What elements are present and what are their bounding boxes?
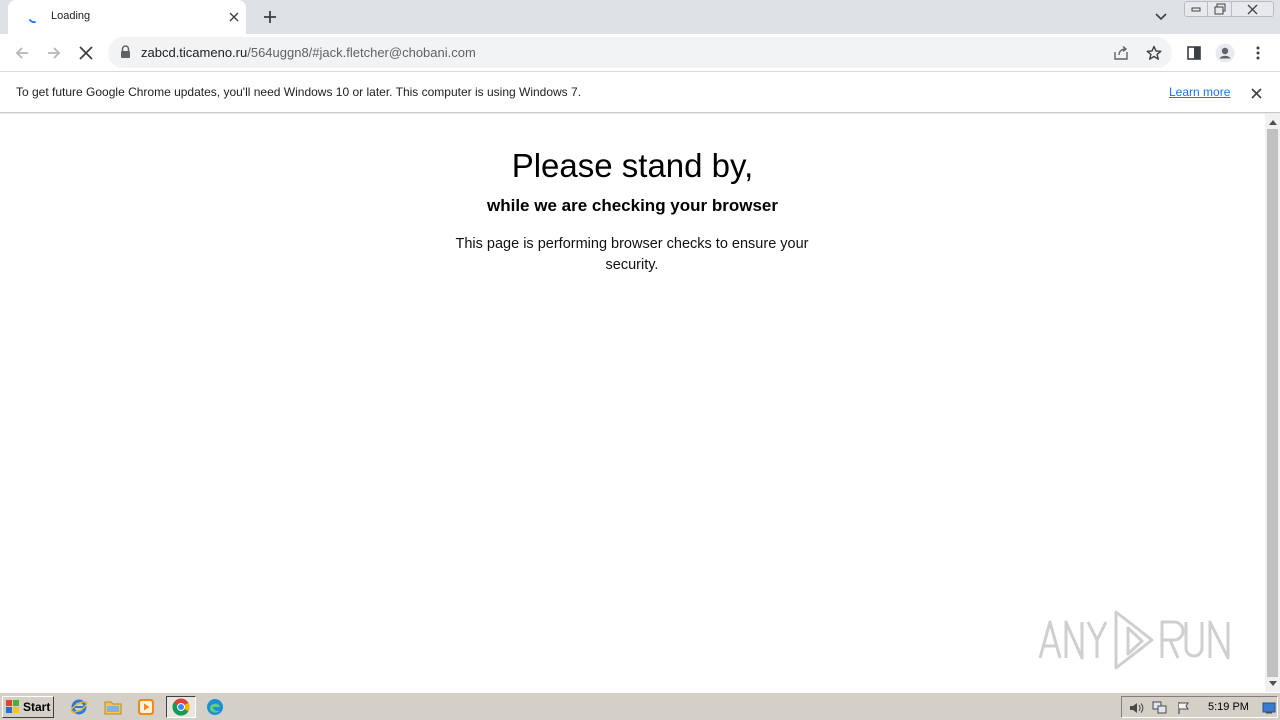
vertical-scrollbar[interactable]: [1265, 114, 1280, 692]
scroll-down-arrow-icon[interactable]: [1265, 677, 1280, 689]
page-content: Please stand by, while we are checking y…: [0, 114, 1265, 692]
window-minimize-button[interactable]: [1184, 1, 1208, 17]
profile-avatar-icon[interactable]: [1212, 40, 1238, 66]
windows-taskbar: Start 5:19 PM: [0, 692, 1280, 720]
share-icon[interactable]: [1111, 43, 1131, 63]
new-tab-plus-icon[interactable]: [259, 6, 281, 28]
address-bar[interactable]: zabcd.ticameno.ru/564uggn8/#jack.fletche…: [108, 37, 1172, 68]
forward-arrow-icon[interactable]: [41, 40, 67, 66]
infobar-message: To get future Google Chrome updates, you…: [16, 85, 582, 99]
update-infobar: To get future Google Chrome updates, you…: [0, 71, 1280, 113]
internet-explorer-icon[interactable]: [67, 696, 91, 718]
browser-tab[interactable]: Loading: [8, 0, 246, 34]
side-panel-icon[interactable]: [1181, 40, 1207, 66]
loading-spinner-icon: [29, 19, 36, 23]
page-subheading: while we are checking your browser: [487, 196, 778, 215]
edge-icon[interactable]: [203, 696, 227, 718]
browser-toolbar: zabcd.ticameno.ru/564uggn8/#jack.fletche…: [0, 34, 1280, 71]
back-arrow-icon[interactable]: [9, 40, 35, 66]
lock-icon: [121, 45, 130, 58]
chrome-taskbar-icon[interactable]: [166, 696, 196, 718]
learn-more-link[interactable]: Learn more: [1169, 85, 1230, 99]
bookmark-star-icon[interactable]: [1144, 43, 1164, 63]
window-close-button[interactable]: [1232, 1, 1274, 17]
scroll-up-arrow-icon[interactable]: [1265, 116, 1280, 128]
file-explorer-icon[interactable]: [101, 696, 125, 718]
action-center-flag-icon[interactable]: [1176, 700, 1192, 716]
chevron-down-icon[interactable]: [1151, 7, 1171, 27]
infobar-close-icon[interactable]: [1247, 84, 1265, 102]
show-desktop-icon[interactable]: [1261, 700, 1277, 716]
windows-logo-icon: [6, 700, 19, 713]
speaker-icon[interactable]: [1128, 700, 1144, 716]
tab-title: Loading: [51, 10, 91, 22]
tab-close-icon[interactable]: [226, 9, 242, 25]
clock: 5:19 PM: [1208, 701, 1249, 713]
tab-strip: Loading: [0, 0, 1280, 34]
menu-dots-icon[interactable]: [1245, 40, 1271, 66]
url-path: /564uggn8/#jack.fletcher@chobani.com: [247, 45, 476, 60]
url-host: zabcd.ticameno.ru: [141, 45, 248, 60]
scrollbar-thumb[interactable]: [1267, 129, 1278, 677]
window-restore-button[interactable]: [1208, 1, 1232, 17]
url-text[interactable]: zabcd.ticameno.ru/564uggn8/#jack.fletche…: [141, 45, 476, 60]
system-tray: 5:19 PM: [1121, 696, 1278, 718]
network-icon[interactable]: [1152, 700, 1168, 716]
stop-loading-icon[interactable]: [73, 40, 99, 66]
page-heading: Please stand by,: [511, 147, 754, 184]
start-button[interactable]: Start: [2, 696, 54, 718]
page-description: This page is performing browser checks t…: [455, 236, 809, 273]
anyrun-watermark: [1038, 610, 1230, 670]
media-player-icon[interactable]: [134, 696, 158, 718]
start-label: Start: [23, 700, 51, 714]
